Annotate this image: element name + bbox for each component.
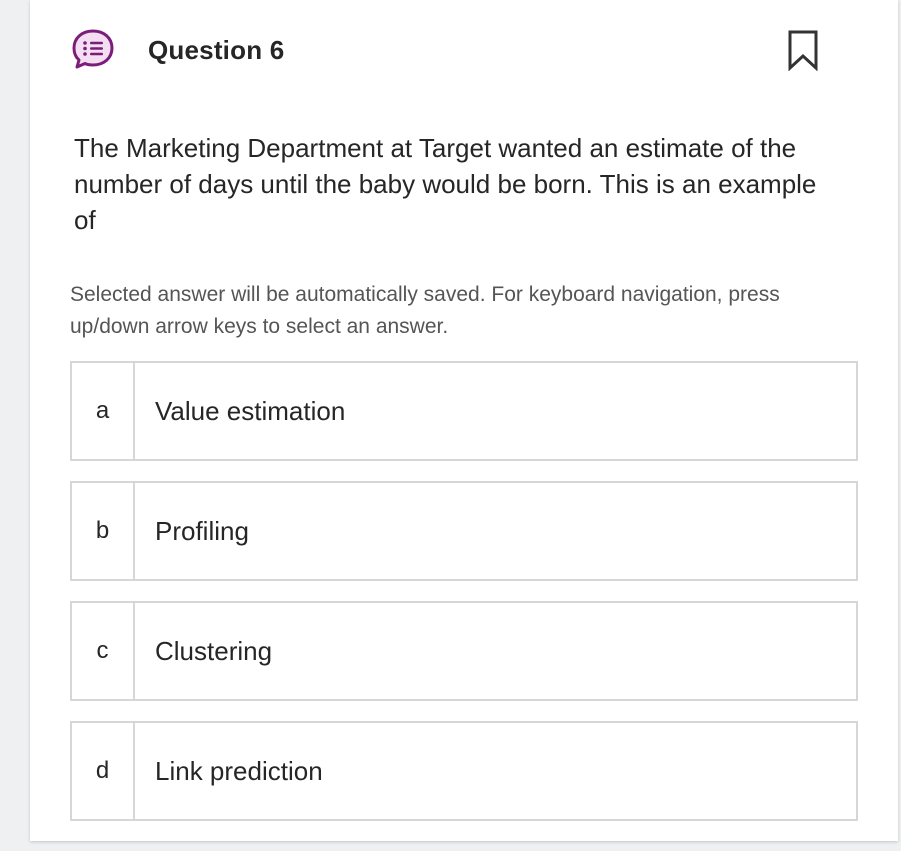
question-text: The Marketing Department at Target wante… bbox=[74, 133, 817, 235]
option-letter: a bbox=[72, 363, 135, 459]
answer-option-d[interactable]: d Link prediction bbox=[70, 721, 858, 821]
question-title: Question 6 bbox=[148, 35, 285, 65]
answer-instructions: Selected answer will be automatically sa… bbox=[70, 283, 780, 338]
option-letter: c bbox=[72, 603, 135, 699]
option-label: Clustering bbox=[155, 635, 273, 666]
question-card: Question 6 The Marketing Department at T… bbox=[30, 0, 898, 841]
option-label: Link prediction bbox=[155, 755, 323, 786]
option-label: Profiling bbox=[155, 515, 249, 546]
bookmark-flag-icon[interactable] bbox=[786, 29, 820, 71]
answer-option-b[interactable]: b Profiling bbox=[70, 481, 858, 581]
answer-option-c[interactable]: c Clustering bbox=[70, 601, 858, 701]
option-letter: b bbox=[72, 483, 135, 579]
multiple-choice-icon bbox=[72, 29, 114, 69]
option-letter: d bbox=[72, 723, 135, 819]
answer-option-a[interactable]: a Value estimation bbox=[70, 361, 858, 461]
option-label: Value estimation bbox=[155, 395, 346, 426]
